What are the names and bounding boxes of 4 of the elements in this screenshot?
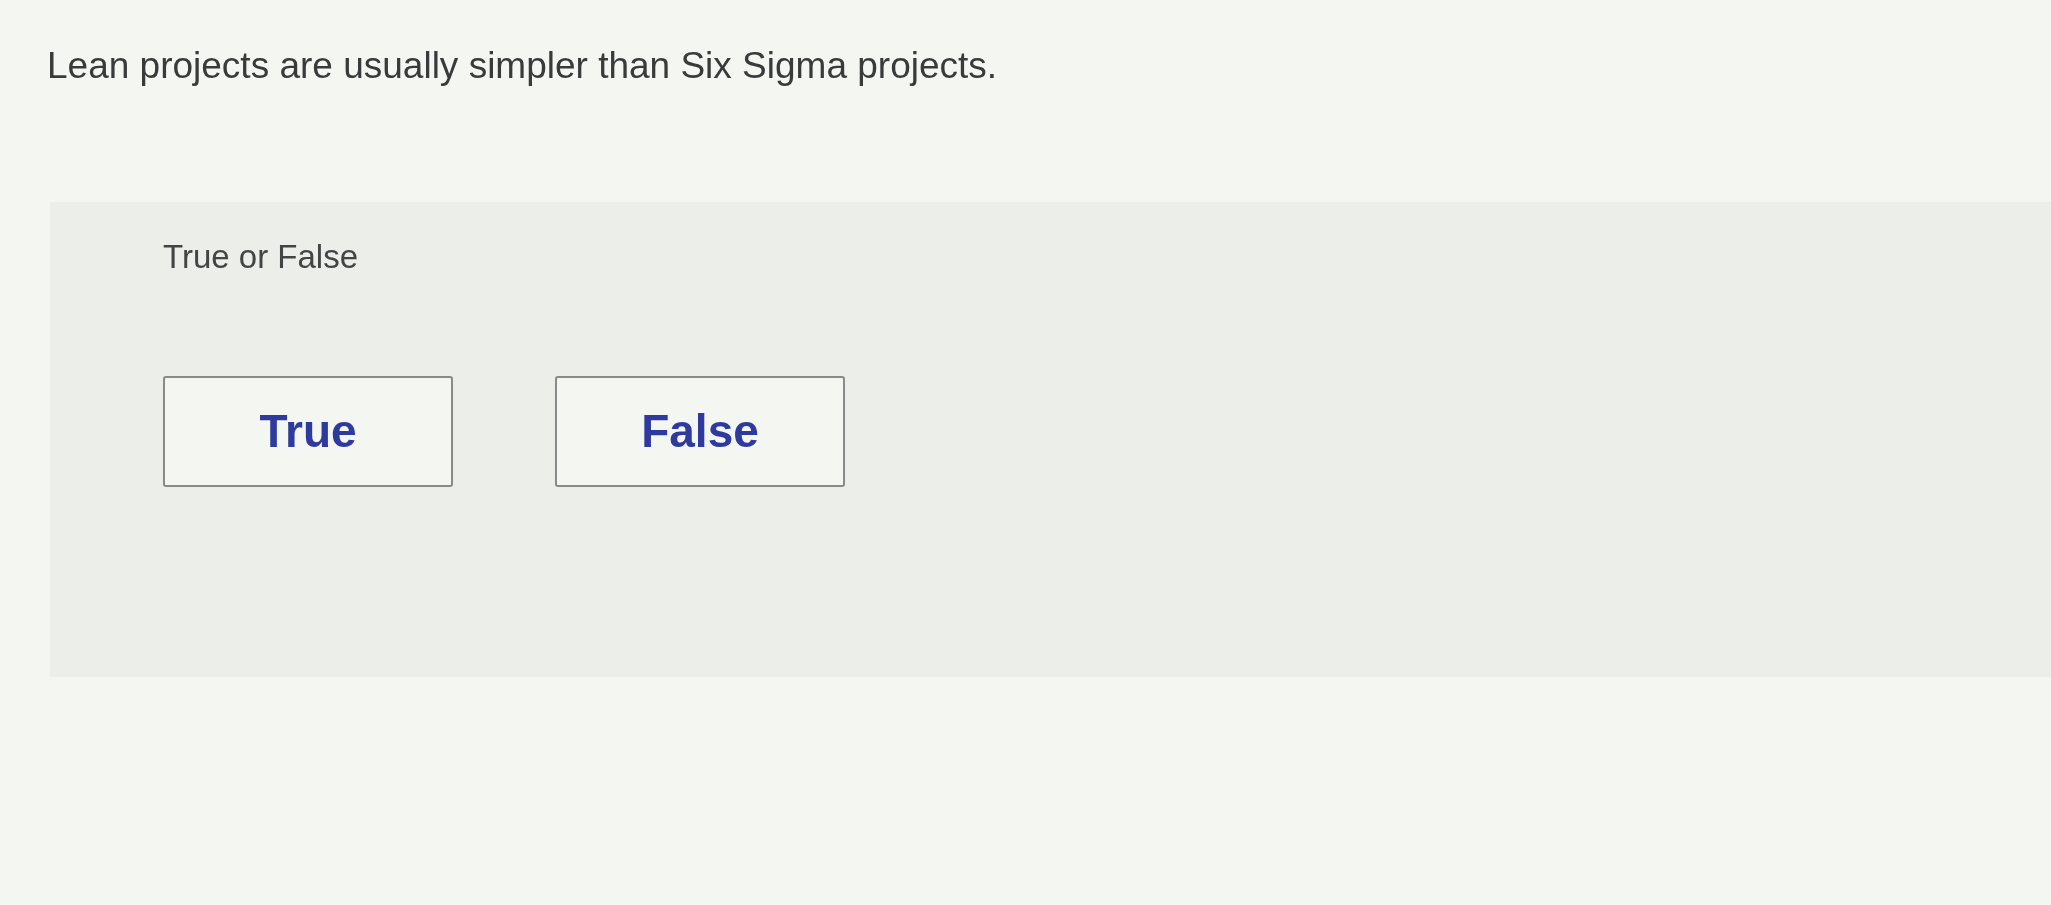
answer-option[interactable]: False xyxy=(555,376,845,487)
answer-option[interactable]: True xyxy=(163,376,453,487)
question-text: Lean projects are usually simpler than Six Sigma projects. xyxy=(47,44,998,88)
prompt-text: True or False xyxy=(163,236,358,277)
